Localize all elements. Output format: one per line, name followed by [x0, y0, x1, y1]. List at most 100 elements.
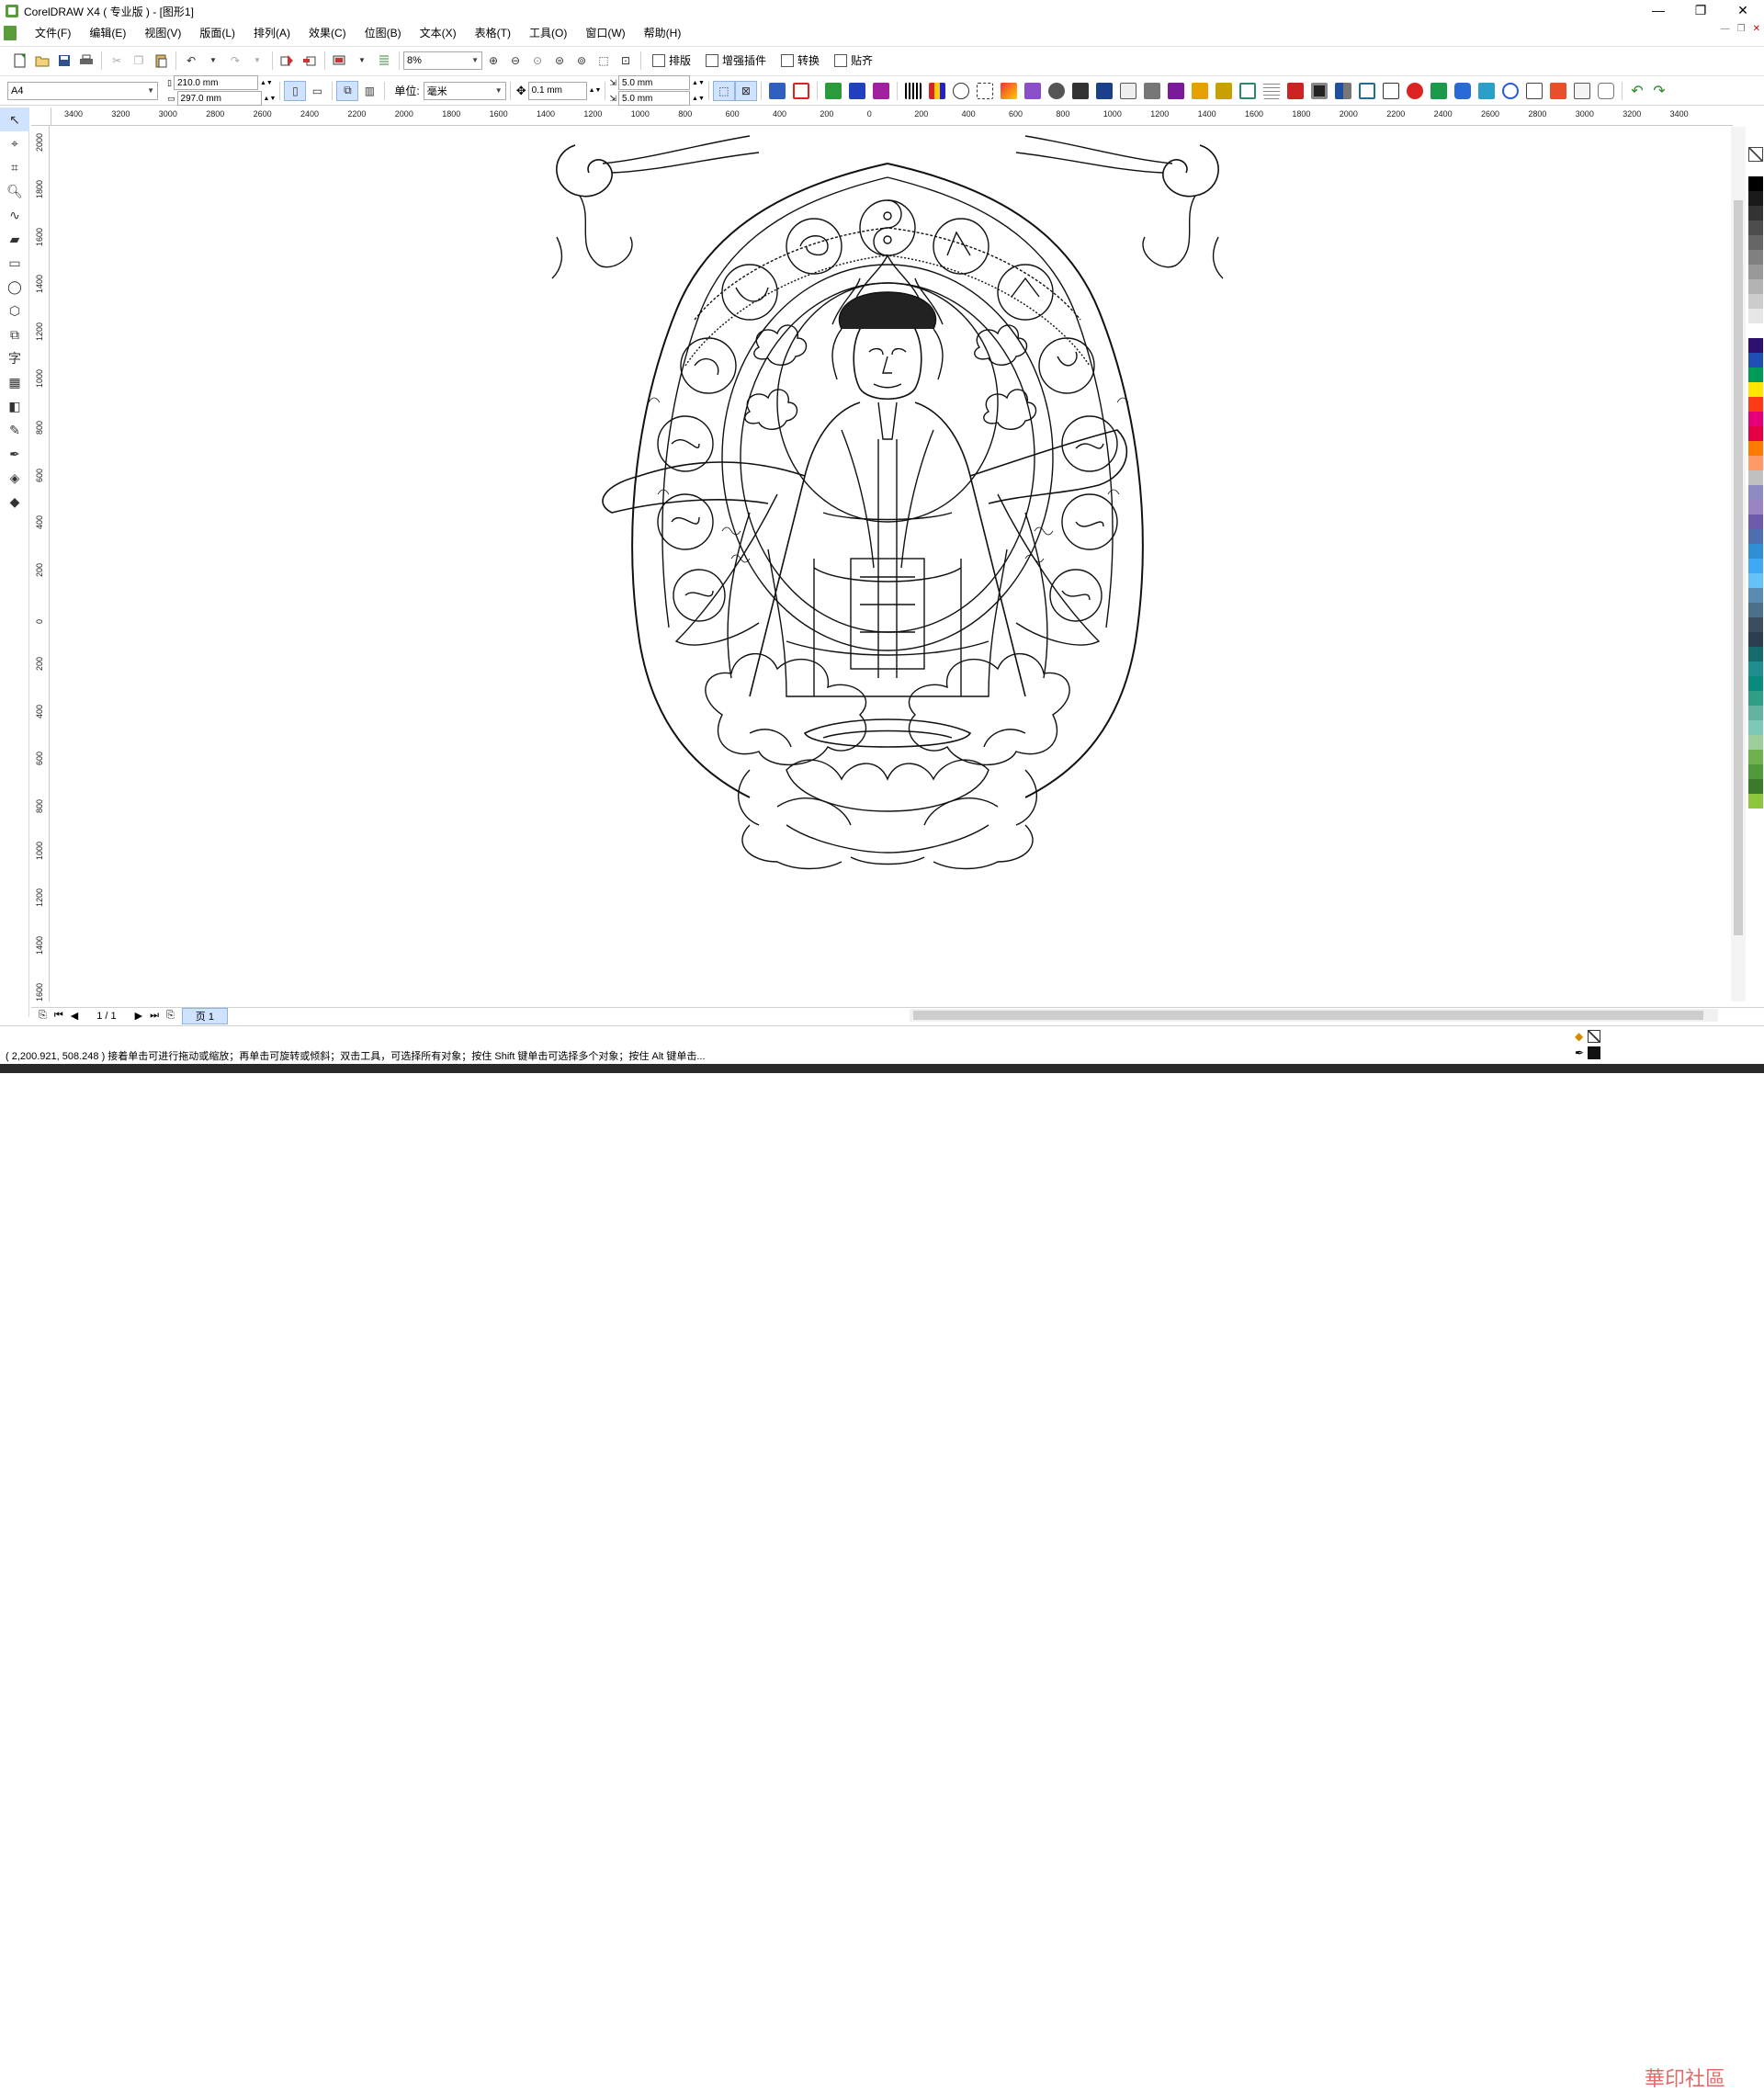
landscape-icon[interactable]: ▭ — [306, 81, 328, 101]
color-swatch[interactable] — [1748, 309, 1763, 323]
color-bars-plugin-icon[interactable] — [928, 82, 945, 99]
color-swatch[interactable] — [1748, 206, 1763, 221]
color-swatch[interactable] — [1748, 353, 1763, 368]
welcome-screen-icon[interactable] — [373, 51, 395, 71]
zoom-page-width-icon[interactable]: ⬚ — [593, 51, 615, 71]
eraser-plugin-icon[interactable] — [792, 82, 809, 99]
frame-plugin-icon[interactable] — [1238, 82, 1256, 99]
menu-effects[interactable]: 效果(C) — [300, 22, 356, 44]
previous-page-icon[interactable]: ◀ — [71, 1010, 78, 1022]
cut-icon[interactable]: ✂ — [106, 51, 128, 71]
red-circle-plugin-icon[interactable] — [1406, 82, 1423, 99]
outline-tool-icon[interactable]: ✒ — [0, 442, 29, 466]
eyedropper-tool-icon[interactable]: ✎ — [0, 418, 29, 442]
menu-edit[interactable]: 编辑(E) — [80, 22, 135, 44]
zoom-tool-icon[interactable]: 🔍︎ — [0, 179, 29, 203]
page-height-input[interactable]: 297.0 mm — [176, 91, 262, 106]
color-swatch[interactable] — [1748, 764, 1763, 779]
undo-icon[interactable]: ↶ — [180, 51, 202, 71]
vertical-ruler[interactable]: 2000 1800 1600 1400 1200 1000 800 600 400 200 0 200… — [31, 126, 50, 1001]
trace-plugin-icon[interactable] — [1143, 82, 1160, 99]
application-launcher-icon[interactable] — [329, 51, 351, 71]
pen-plugin-icon[interactable] — [1549, 82, 1566, 99]
color-swatch[interactable] — [1748, 662, 1763, 676]
spin-arrows-icon[interactable]: ▲▼ — [264, 96, 277, 102]
current-page-icon[interactable]: ▥ — [358, 81, 380, 101]
freehand-tool-icon[interactable]: ∿ — [0, 203, 29, 227]
portrait-icon[interactable]: ▯ — [284, 80, 307, 101]
color-swatch[interactable] — [1748, 176, 1763, 191]
plugin-enhance-button[interactable]: 增强插件 — [698, 52, 774, 68]
color-swatch[interactable] — [1748, 515, 1763, 529]
chinese-text-plugin-icon[interactable] — [1191, 82, 1208, 99]
knot-plugin-icon[interactable] — [1501, 82, 1519, 99]
page-width-input[interactable]: 210.0 mm — [173, 75, 258, 90]
redo-dropdown-icon[interactable]: ▼ — [246, 51, 268, 71]
doc-minimize-icon[interactable]: — — [1721, 24, 1730, 34]
pattern-plugin-icon[interactable] — [1023, 82, 1041, 99]
color-swatch[interactable] — [1748, 221, 1763, 235]
treat-as-filled-icon[interactable]: ⬚ — [712, 80, 735, 101]
launcher-dropdown-icon[interactable]: ▼ — [351, 51, 373, 71]
spin-arrows-icon[interactable]: ▲▼ — [692, 96, 705, 102]
polygon-tool-icon[interactable]: ⬡ — [0, 299, 29, 322]
horizontal-ruler[interactable]: 3400 3200 3000 2800 2600 2400 2200 2000 1800 1600… — [51, 107, 1733, 126]
print-icon[interactable] — [75, 51, 97, 71]
plugin-layout-button[interactable]: 排版 — [645, 52, 698, 68]
color-swatch[interactable] — [1748, 779, 1763, 794]
color-swatch[interactable] — [1748, 559, 1763, 573]
text-z-plugin-icon[interactable] — [1167, 82, 1184, 99]
color-swatch-plugin-icon[interactable] — [1000, 82, 1017, 99]
purple-arrow-plugin-icon[interactable] — [872, 82, 889, 99]
copy-icon[interactable]: ❐ — [128, 51, 150, 71]
registration-mark-icon[interactable] — [952, 82, 969, 99]
paw-print-plugin-icon[interactable] — [1047, 82, 1065, 99]
duplicate-y-input[interactable]: 5.0 mm — [618, 91, 691, 106]
color-swatch[interactable] — [1748, 500, 1763, 515]
save-icon[interactable] — [53, 51, 75, 71]
page-tab[interactable]: 页 1 — [181, 1007, 228, 1024]
color-swatch[interactable] — [1748, 191, 1763, 206]
color-swatch[interactable] — [1748, 617, 1763, 632]
export-icon[interactable] — [299, 51, 321, 71]
nudge-distance-input[interactable]: 0.1 mm — [527, 81, 587, 100]
pattern-blue-plugin-icon[interactable] — [1453, 82, 1471, 99]
zoom-page-icon[interactable]: ⊚ — [571, 51, 593, 71]
zoom-selected-icon[interactable]: ⊙ — [526, 51, 548, 71]
color-swatch[interactable] — [1748, 485, 1763, 500]
color-swatch[interactable] — [1748, 441, 1763, 456]
add-page-after-icon[interactable]: ⎘ — [166, 1010, 175, 1022]
barcode-plugin-icon[interactable] — [904, 82, 922, 99]
import-icon[interactable] — [277, 51, 299, 71]
vertical-scrollbar[interactable] — [1731, 127, 1746, 1001]
plugin-convert-button[interactable]: 转换 — [774, 52, 827, 68]
minimize-button[interactable]: — — [1637, 0, 1679, 22]
zoom-out-icon[interactable]: ⊖ — [504, 51, 526, 71]
color-swatch[interactable] — [1748, 235, 1763, 250]
doc-restore-icon[interactable]: ❐ — [1737, 24, 1746, 34]
menu-table[interactable]: 表格(T) — [466, 22, 520, 44]
spin-arrows-icon[interactable]: ▲▼ — [260, 80, 273, 86]
color-swatch[interactable] — [1748, 412, 1763, 426]
vertical-scroll-thumb[interactable] — [1734, 200, 1743, 935]
interactive-blend-tool-icon[interactable]: ◧ — [0, 394, 29, 418]
plugin-snap-button[interactable]: 贴齐 — [827, 52, 880, 68]
new-document-icon[interactable] — [9, 51, 31, 71]
menu-window[interactable]: 窗口(W) — [576, 22, 634, 44]
open-folder-icon[interactable] — [31, 51, 53, 71]
color-swatch[interactable] — [1748, 397, 1763, 412]
page-size-select[interactable]: A4 ▼ — [7, 81, 158, 100]
menu-layout[interactable]: 版面(L) — [190, 22, 244, 44]
close-button[interactable]: ✕ — [1722, 0, 1764, 22]
spin-arrows-icon[interactable]: ▲▼ — [692, 80, 705, 86]
text-tools-plugin-icon[interactable] — [1215, 82, 1232, 99]
calendar-plugin-icon[interactable] — [1573, 82, 1590, 99]
settings-plugin-icon[interactable] — [1597, 82, 1614, 99]
restore-button[interactable]: ❐ — [1679, 0, 1722, 22]
first-page-icon[interactable]: ⏮ — [54, 1010, 63, 1022]
zoom-in-icon[interactable]: ⊕ — [482, 51, 504, 71]
color-swatch[interactable] — [1748, 426, 1763, 441]
zoom-page-height-icon[interactable]: ⊡ — [615, 51, 637, 71]
interactive-fill-tool-icon[interactable]: ◆ — [0, 490, 29, 514]
menu-view[interactable]: 视图(V) — [135, 22, 190, 44]
